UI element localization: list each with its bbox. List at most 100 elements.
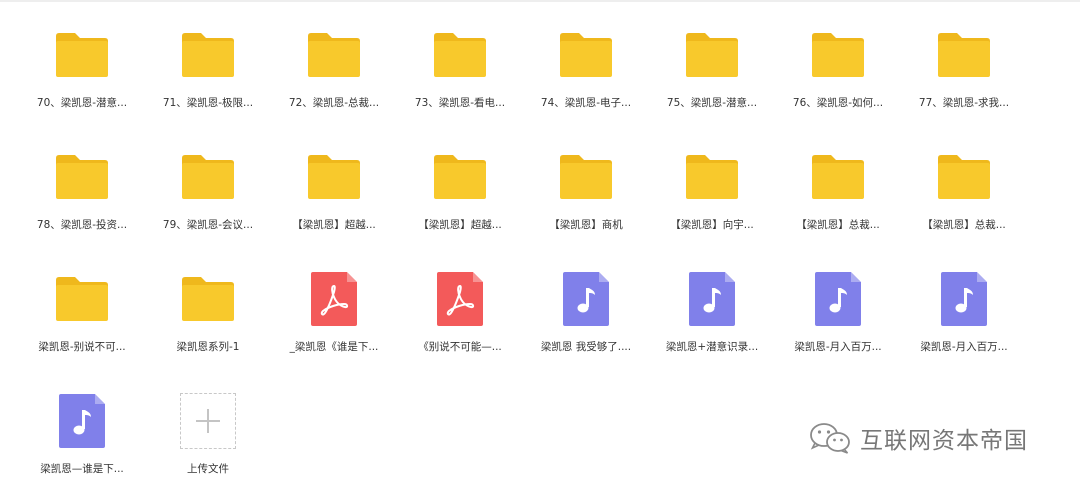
item-label: 【梁凯恩】向宇... xyxy=(670,219,754,231)
folder-icon xyxy=(308,155,360,199)
folder-item[interactable]: 【梁凯恩】超越... xyxy=(274,148,394,258)
file-item[interactable]: 梁凯恩 我受够了.... xyxy=(526,270,646,380)
file-item[interactable]: 梁凯恩-月入百万... xyxy=(904,270,1024,380)
folder-item[interactable]: 梁凯恩系列-1 xyxy=(148,270,268,380)
item-label: _梁凯恩《谁是下... xyxy=(289,341,379,353)
plus-icon xyxy=(196,409,220,433)
item-label: 【梁凯恩】超越... xyxy=(418,219,502,231)
folder-icon xyxy=(56,155,108,199)
item-label: 梁凯恩+潜意识录... xyxy=(665,341,759,353)
folder-icon xyxy=(686,33,738,77)
item-icon-wrap[interactable] xyxy=(904,148,1024,206)
item-label: 梁凯恩-月入百万... xyxy=(794,341,882,353)
folder-item[interactable]: 梁凯恩-别说不可... xyxy=(22,270,142,380)
folder-item[interactable]: 【梁凯恩】总裁... xyxy=(904,148,1024,258)
pdf-icon xyxy=(311,272,357,326)
item-label: 73、梁凯恩-看电... xyxy=(414,97,506,109)
folder-icon xyxy=(560,33,612,77)
item-label: 76、梁凯恩-如何... xyxy=(792,97,884,109)
item-icon-wrap[interactable] xyxy=(148,270,268,328)
folder-icon xyxy=(308,33,360,77)
item-label: 79、梁凯恩-会议... xyxy=(162,219,254,231)
item-icon-wrap[interactable] xyxy=(22,270,142,328)
audio-file-icon xyxy=(941,272,987,326)
audio-file-icon xyxy=(59,394,105,448)
folder-item[interactable]: 【梁凯恩】商机 xyxy=(526,148,646,258)
folder-icon xyxy=(56,33,108,77)
item-label: 71、梁凯恩-极限... xyxy=(162,97,254,109)
folder-icon xyxy=(182,277,234,321)
folder-item[interactable]: 75、梁凯恩-潜意... xyxy=(652,26,772,136)
folder-item[interactable]: 70、梁凯恩-潜意... xyxy=(22,26,142,136)
folder-icon xyxy=(812,33,864,77)
item-label: 梁凯恩—谁是下... xyxy=(40,463,124,475)
folder-icon xyxy=(182,155,234,199)
folder-item[interactable]: 72、梁凯恩-总裁... xyxy=(274,26,394,136)
item-icon-wrap[interactable] xyxy=(778,148,898,206)
folder-item[interactable]: 73、梁凯恩-看电... xyxy=(400,26,520,136)
item-icon-wrap[interactable] xyxy=(274,26,394,84)
item-icon-wrap[interactable] xyxy=(652,26,772,84)
item-icon-wrap[interactable] xyxy=(904,270,1024,328)
folder-icon xyxy=(938,155,990,199)
item-label: 《别说不可能—... xyxy=(418,341,502,353)
watermark: 互联网资本帝国 xyxy=(808,418,1028,458)
item-label: 【梁凯恩】总裁... xyxy=(796,219,880,231)
folder-icon xyxy=(182,33,234,77)
folder-item[interactable]: 【梁凯恩】总裁... xyxy=(778,148,898,258)
upload-file-button[interactable]: 上传文件 xyxy=(148,392,268,502)
folder-item[interactable]: 【梁凯恩】向宇... xyxy=(652,148,772,258)
item-icon-wrap[interactable] xyxy=(400,270,520,328)
folder-icon xyxy=(434,155,486,199)
folder-item[interactable]: 74、梁凯恩-电子... xyxy=(526,26,646,136)
item-icon-wrap[interactable] xyxy=(778,270,898,328)
item-icon-wrap[interactable] xyxy=(400,26,520,84)
item-icon-wrap[interactable] xyxy=(22,26,142,84)
item-label: 【梁凯恩】总裁... xyxy=(922,219,1006,231)
item-label: 72、梁凯恩-总裁... xyxy=(288,97,380,109)
file-item[interactable]: 梁凯恩+潜意识录... xyxy=(652,270,772,380)
item-icon-wrap[interactable] xyxy=(652,270,772,328)
item-icon-wrap[interactable] xyxy=(904,26,1024,84)
folder-icon xyxy=(812,155,864,199)
watermark-text: 互联网资本帝国 xyxy=(860,428,1028,454)
item-label: 【梁凯恩】超越... xyxy=(292,219,376,231)
folder-item[interactable]: 【梁凯恩】超越... xyxy=(400,148,520,258)
item-label: 梁凯恩 我受够了.... xyxy=(540,341,632,353)
item-icon-wrap[interactable] xyxy=(526,270,646,328)
upload-label: 上传文件 xyxy=(187,463,229,475)
pdf-icon xyxy=(437,272,483,326)
wechat-icon xyxy=(810,423,850,454)
upload-box[interactable] xyxy=(180,393,236,449)
item-label: 梁凯恩-月入百万... xyxy=(920,341,1008,353)
folder-item[interactable]: 71、梁凯恩-极限... xyxy=(148,26,268,136)
item-icon-wrap[interactable] xyxy=(148,148,268,206)
item-icon-wrap[interactable] xyxy=(526,26,646,84)
file-item[interactable]: 梁凯恩-月入百万... xyxy=(778,270,898,380)
item-icon-wrap[interactable] xyxy=(274,148,394,206)
item-label: 【梁凯恩】商机 xyxy=(549,219,623,231)
item-label: 77、梁凯恩-求我... xyxy=(918,97,1010,109)
folder-icon xyxy=(56,277,108,321)
item-label: 梁凯恩系列-1 xyxy=(176,341,240,353)
item-icon-wrap[interactable] xyxy=(526,148,646,206)
folder-item[interactable]: 77、梁凯恩-求我... xyxy=(904,26,1024,136)
item-label: 梁凯恩-别说不可... xyxy=(38,341,126,353)
file-item[interactable]: _梁凯恩《谁是下... xyxy=(274,270,394,380)
upload-icon-wrap[interactable] xyxy=(148,392,268,450)
item-label: 70、梁凯恩-潜意... xyxy=(36,97,128,109)
item-icon-wrap[interactable] xyxy=(400,148,520,206)
file-item[interactable]: 《别说不可能—... xyxy=(400,270,520,380)
folder-item[interactable]: 78、梁凯恩-投资... xyxy=(22,148,142,258)
file-item[interactable]: 梁凯恩—谁是下... xyxy=(22,392,142,502)
folder-item[interactable]: 76、梁凯恩-如何... xyxy=(778,26,898,136)
item-icon-wrap[interactable] xyxy=(778,26,898,84)
item-icon-wrap[interactable] xyxy=(148,26,268,84)
audio-file-icon xyxy=(563,272,609,326)
item-icon-wrap[interactable] xyxy=(274,270,394,328)
top-border xyxy=(0,0,1080,2)
item-icon-wrap[interactable] xyxy=(22,148,142,206)
item-icon-wrap[interactable] xyxy=(652,148,772,206)
folder-item[interactable]: 79、梁凯恩-会议... xyxy=(148,148,268,258)
item-icon-wrap[interactable] xyxy=(22,392,142,450)
